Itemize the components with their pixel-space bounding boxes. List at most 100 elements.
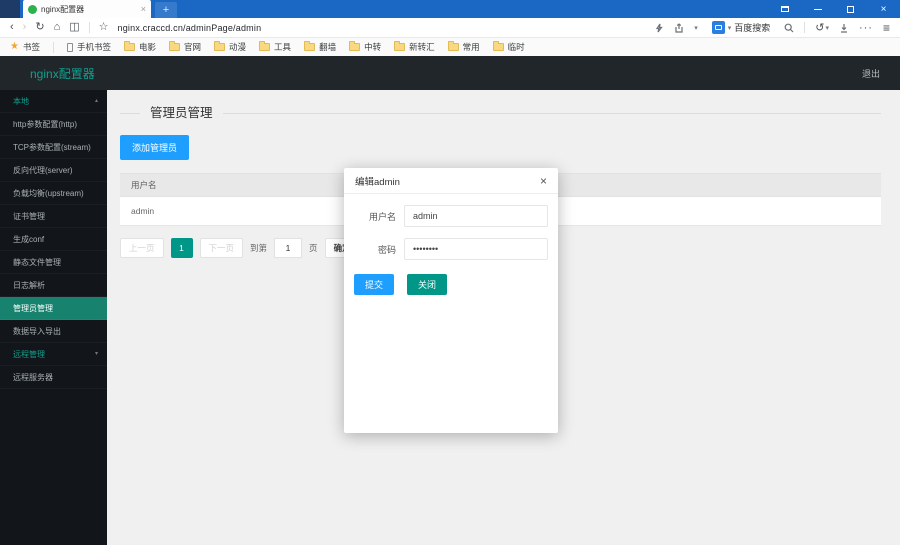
goto-suffix-label: 页: [309, 242, 318, 254]
browser-logo-icon: [4, 3, 17, 16]
star-icon: ★: [10, 42, 19, 52]
bookmarks-bar: ★ 书签 手机书签 电影 官网 动漫 工具 翻墙 中转 新转汇 常用 临时: [0, 38, 900, 56]
close-icon[interactable]: ×: [867, 0, 900, 18]
browser-titlebar: nginx配置器 × + ×: [0, 0, 900, 18]
undo-caret-icon[interactable]: ▾: [825, 24, 829, 32]
search-engine-label[interactable]: 百度搜索: [734, 21, 770, 34]
modal-buttons: 提交 关闭: [354, 274, 558, 295]
bookmark-folder[interactable]: 工具: [259, 41, 291, 53]
bookmark-label: 电影: [139, 41, 156, 53]
flash-icon[interactable]: [654, 23, 664, 33]
divider: [120, 113, 881, 114]
bookmark-label: 动漫: [229, 41, 246, 53]
folder-icon: [349, 43, 360, 51]
bookmark-folder[interactable]: 新转汇: [394, 41, 435, 53]
sidebar-item-static-files[interactable]: 静态文件管理: [0, 251, 107, 274]
bookmark-folder[interactable]: 动漫: [214, 41, 246, 53]
modal-close-icon[interactable]: ×: [540, 175, 547, 187]
find-icon[interactable]: [784, 23, 794, 33]
divider: [53, 42, 54, 53]
undo-control[interactable]: ↺ ▾: [815, 21, 829, 34]
minimize-icon[interactable]: [801, 0, 834, 18]
bookmark-mobile[interactable]: 手机书签: [67, 41, 111, 53]
sidebar-item-load-balance[interactable]: 负载均衡(upstream): [0, 182, 107, 205]
sidebar-item-tcp-config[interactable]: TCP参数配置(stream): [0, 136, 107, 159]
bookmark-label: 常用: [463, 41, 480, 53]
logout-link[interactable]: 退出: [862, 67, 880, 80]
password-label: 密码: [344, 243, 396, 256]
bookmark-folder[interactable]: 临时: [493, 41, 525, 53]
download-icon[interactable]: [839, 23, 849, 33]
new-tab-button[interactable]: +: [155, 2, 177, 18]
undo-icon[interactable]: ↺: [815, 21, 824, 34]
bookmark-folder[interactable]: 翻墙: [304, 41, 336, 53]
sidebar-item-cert-manage[interactable]: 证书管理: [0, 205, 107, 228]
bookmark-star-icon[interactable]: ☆: [99, 22, 109, 33]
bookmark-folder[interactable]: 电影: [124, 41, 156, 53]
username-label: 用户名: [344, 210, 396, 223]
tab-close-icon[interactable]: ×: [141, 5, 146, 14]
folder-icon: [124, 43, 135, 51]
modal-titlebar: 编辑admin ×: [344, 168, 558, 194]
app-header: nginx配置器 退出: [0, 56, 900, 90]
sidebar-item-log-parse[interactable]: 日志解析: [0, 274, 107, 297]
bookmark-label: 工具: [274, 41, 291, 53]
next-page-button[interactable]: 下一页: [200, 238, 244, 258]
goto-prefix-label: 到第: [250, 242, 267, 254]
reading-list-icon[interactable]: ◫: [69, 22, 79, 33]
bookmarks-root[interactable]: ★ 书签: [10, 41, 40, 53]
menu-icon[interactable]: ≡: [883, 21, 890, 35]
phone-icon: [67, 43, 73, 52]
folder-icon: [394, 43, 405, 51]
tab-title: nginx配置器: [41, 4, 137, 15]
sidebar-item-reverse-proxy[interactable]: 反向代理(server): [0, 159, 107, 182]
folder-icon: [214, 43, 225, 51]
prev-page-button[interactable]: 上一页: [120, 238, 164, 258]
submit-button[interactable]: 提交: [354, 274, 394, 295]
section-legend: 管理员管理: [120, 104, 881, 122]
browser-logo[interactable]: [0, 0, 20, 18]
window-controls: ×: [768, 0, 900, 18]
boss-key-icon[interactable]: [768, 0, 801, 18]
folder-icon: [304, 43, 315, 51]
browser-tab[interactable]: nginx配置器 ×: [23, 0, 151, 18]
maximize-icon[interactable]: [834, 0, 867, 18]
bookmark-label: 书签: [23, 41, 40, 53]
share-icon[interactable]: [674, 23, 684, 33]
chevron-down-icon[interactable]: ▾: [694, 24, 698, 32]
more-icon[interactable]: ···: [859, 22, 873, 34]
goto-page-input[interactable]: [274, 238, 302, 258]
password-field[interactable]: [404, 238, 548, 260]
sidebar-group-remote[interactable]: 远程管理 ▾: [0, 343, 107, 366]
sidebar-group-local[interactable]: 本地 ▴: [0, 90, 107, 113]
search-widget[interactable]: ▾ 百度搜索: [708, 20, 775, 35]
forward-icon[interactable]: ›: [23, 22, 27, 33]
close-button[interactable]: 关闭: [407, 274, 447, 295]
search-engine-icon[interactable]: [712, 21, 725, 34]
edit-admin-modal: 编辑admin × 用户名 密码 提交 关闭: [344, 168, 558, 433]
sidebar-item-http-config[interactable]: http参数配置(http): [0, 113, 107, 136]
address-bar: ‹ › ↻ ⌂ ◫ ☆ nginx.craccd.cn/adminPage/ad…: [0, 18, 900, 38]
reload-icon[interactable]: ↻: [35, 22, 44, 33]
folder-icon: [259, 43, 270, 51]
current-page-button[interactable]: 1: [171, 238, 193, 258]
username-field[interactable]: [404, 205, 548, 227]
bookmark-label: 官网: [184, 41, 201, 53]
address-bar-tools: ▾ ▾ 百度搜索 ↺ ▾ ··· ≡: [654, 20, 890, 35]
back-icon[interactable]: ‹: [10, 22, 14, 33]
sidebar-item-admin-manage[interactable]: 管理员管理: [0, 297, 107, 320]
search-engine-caret-icon[interactable]: ▾: [728, 24, 732, 32]
home-icon[interactable]: ⌂: [54, 22, 61, 33]
bookmark-label: 翻墙: [319, 41, 336, 53]
site-favicon-icon: [28, 5, 37, 14]
bookmark-label: 手机书签: [77, 41, 111, 53]
bookmark-folder[interactable]: 官网: [169, 41, 201, 53]
bookmark-folder[interactable]: 中转: [349, 41, 381, 53]
bookmark-label: 新转汇: [409, 41, 435, 53]
add-admin-button[interactable]: 添加管理员: [120, 135, 189, 160]
sidebar-item-remote-server[interactable]: 远程服务器: [0, 366, 107, 389]
bookmark-folder[interactable]: 常用: [448, 41, 480, 53]
url-text[interactable]: nginx.craccd.cn/adminPage/admin: [118, 23, 262, 33]
sidebar-item-generate-conf[interactable]: 生成conf: [0, 228, 107, 251]
sidebar-item-data-import-export[interactable]: 数据导入导出: [0, 320, 107, 343]
